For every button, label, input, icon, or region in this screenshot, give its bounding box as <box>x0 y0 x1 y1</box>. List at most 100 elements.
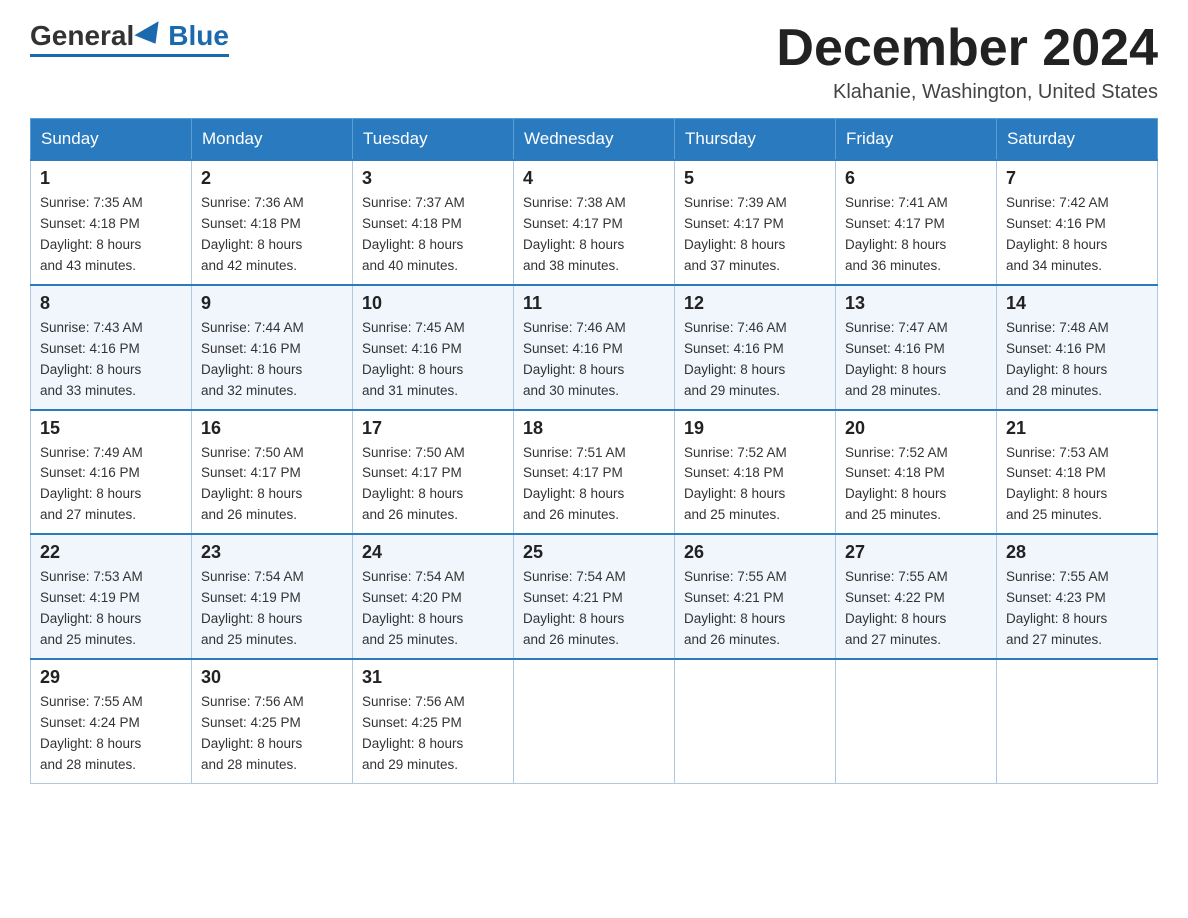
calendar-cell: 20 Sunrise: 7:52 AMSunset: 4:18 PMDayligh… <box>836 410 997 535</box>
calendar-cell: 15Sunrise: 7:49 AMSunset: 4:16 PMDayligh… <box>31 410 192 535</box>
calendar-cell: 8 Sunrise: 7:43 AMSunset: 4:16 PMDaylight… <box>31 285 192 410</box>
calendar-cell: 31 Sunrise: 7:56 AMSunset: 4:25 PMDayligh… <box>353 659 514 783</box>
calendar-cell: 10 Sunrise: 7:45 AMSunset: 4:16 PMDayligh… <box>353 285 514 410</box>
day-number: 31 <box>362 667 504 688</box>
day-info: Sunrise: 7:55 AMSunset: 4:23 PMDaylight:… <box>1006 567 1148 651</box>
day-info: Sunrise: 7:37 AMSunset: 4:18 PMDaylight:… <box>362 193 504 277</box>
calendar-cell: 4 Sunrise: 7:38 AMSunset: 4:17 PMDaylight… <box>514 160 675 285</box>
day-info: Sunrise: 7:52 AMSunset: 4:18 PMDaylight:… <box>684 443 826 527</box>
day-number: 27 <box>845 542 987 563</box>
day-info: Sunrise: 7:53 AMSunset: 4:18 PMDaylight:… <box>1006 443 1148 527</box>
day-number: 12 <box>684 293 826 314</box>
day-info: Sunrise: 7:45 AMSunset: 4:16 PMDaylight:… <box>362 318 504 402</box>
day-info: Sunrise: 7:56 AMSunset: 4:25 PMDaylight:… <box>201 692 343 776</box>
weekday-header-row: SundayMondayTuesdayWednesdayThursdayFrid… <box>31 119 1158 161</box>
day-number: 22 <box>40 542 182 563</box>
calendar-cell: 30Sunrise: 7:56 AMSunset: 4:25 PMDayligh… <box>192 659 353 783</box>
calendar-cell: 1 Sunrise: 7:35 AMSunset: 4:18 PMDaylight… <box>31 160 192 285</box>
calendar-cell: 24Sunrise: 7:54 AMSunset: 4:20 PMDayligh… <box>353 534 514 659</box>
calendar-cell: 19 Sunrise: 7:52 AMSunset: 4:18 PMDayligh… <box>675 410 836 535</box>
calendar-cell: 2 Sunrise: 7:36 AMSunset: 4:18 PMDaylight… <box>192 160 353 285</box>
calendar-cell: 14 Sunrise: 7:48 AMSunset: 4:16 PMDayligh… <box>997 285 1158 410</box>
day-number: 16 <box>201 418 343 439</box>
day-number: 18 <box>523 418 665 439</box>
day-info: Sunrise: 7:54 AMSunset: 4:19 PMDaylight:… <box>201 567 343 651</box>
calendar-cell: 18 Sunrise: 7:51 AMSunset: 4:17 PMDayligh… <box>514 410 675 535</box>
calendar-cell: 29Sunrise: 7:55 AMSunset: 4:24 PMDayligh… <box>31 659 192 783</box>
calendar-table: SundayMondayTuesdayWednesdayThursdayFrid… <box>30 118 1158 783</box>
calendar-cell: 28Sunrise: 7:55 AMSunset: 4:23 PMDayligh… <box>997 534 1158 659</box>
day-number: 10 <box>362 293 504 314</box>
week-row-5: 29Sunrise: 7:55 AMSunset: 4:24 PMDayligh… <box>31 659 1158 783</box>
calendar-cell: 17 Sunrise: 7:50 AMSunset: 4:17 PMDayligh… <box>353 410 514 535</box>
day-number: 4 <box>523 168 665 189</box>
calendar-cell <box>675 659 836 783</box>
day-info: Sunrise: 7:46 AMSunset: 4:16 PMDaylight:… <box>523 318 665 402</box>
day-info: Sunrise: 7:50 AMSunset: 4:17 PMDaylight:… <box>362 443 504 527</box>
calendar-cell: 21Sunrise: 7:53 AMSunset: 4:18 PMDayligh… <box>997 410 1158 535</box>
day-number: 29 <box>40 667 182 688</box>
calendar-cell: 7Sunrise: 7:42 AMSunset: 4:16 PMDaylight… <box>997 160 1158 285</box>
calendar-cell: 12 Sunrise: 7:46 AMSunset: 4:16 PMDayligh… <box>675 285 836 410</box>
calendar-cell: 25Sunrise: 7:54 AMSunset: 4:21 PMDayligh… <box>514 534 675 659</box>
weekday-header-wednesday: Wednesday <box>514 119 675 161</box>
week-row-2: 8 Sunrise: 7:43 AMSunset: 4:16 PMDaylight… <box>31 285 1158 410</box>
week-row-1: 1 Sunrise: 7:35 AMSunset: 4:18 PMDaylight… <box>31 160 1158 285</box>
day-info: Sunrise: 7:55 AMSunset: 4:21 PMDaylight:… <box>684 567 826 651</box>
calendar-cell: 9Sunrise: 7:44 AMSunset: 4:16 PMDaylight… <box>192 285 353 410</box>
weekday-header-thursday: Thursday <box>675 119 836 161</box>
weekday-header-tuesday: Tuesday <box>353 119 514 161</box>
day-number: 19 <box>684 418 826 439</box>
day-info: Sunrise: 7:56 AMSunset: 4:25 PMDaylight:… <box>362 692 504 776</box>
logo-underline <box>30 54 229 57</box>
day-info: Sunrise: 7:49 AMSunset: 4:16 PMDaylight:… <box>40 443 182 527</box>
day-number: 8 <box>40 293 182 314</box>
day-info: Sunrise: 7:46 AMSunset: 4:16 PMDaylight:… <box>684 318 826 402</box>
day-number: 14 <box>1006 293 1148 314</box>
day-info: Sunrise: 7:35 AMSunset: 4:18 PMDaylight:… <box>40 193 182 277</box>
day-number: 24 <box>362 542 504 563</box>
logo: General Blue <box>30 20 229 57</box>
day-info: Sunrise: 7:43 AMSunset: 4:16 PMDaylight:… <box>40 318 182 402</box>
logo-arrow-icon <box>135 21 168 51</box>
day-info: Sunrise: 7:53 AMSunset: 4:19 PMDaylight:… <box>40 567 182 651</box>
week-row-3: 15Sunrise: 7:49 AMSunset: 4:16 PMDayligh… <box>31 410 1158 535</box>
page-header: General Blue December 2024 Klahanie, Was… <box>30 20 1158 104</box>
calendar-cell <box>514 659 675 783</box>
day-info: Sunrise: 7:44 AMSunset: 4:16 PMDaylight:… <box>201 318 343 402</box>
month-year-title: December 2024 <box>776 20 1158 77</box>
calendar-cell: 6 Sunrise: 7:41 AMSunset: 4:17 PMDaylight… <box>836 160 997 285</box>
day-info: Sunrise: 7:52 AMSunset: 4:18 PMDaylight:… <box>845 443 987 527</box>
day-number: 13 <box>845 293 987 314</box>
day-number: 5 <box>684 168 826 189</box>
day-info: Sunrise: 7:38 AMSunset: 4:17 PMDaylight:… <box>523 193 665 277</box>
day-number: 6 <box>845 168 987 189</box>
day-info: Sunrise: 7:36 AMSunset: 4:18 PMDaylight:… <box>201 193 343 277</box>
calendar-cell: 11 Sunrise: 7:46 AMSunset: 4:16 PMDayligh… <box>514 285 675 410</box>
location-subtitle: Klahanie, Washington, United States <box>776 81 1158 104</box>
day-info: Sunrise: 7:51 AMSunset: 4:17 PMDaylight:… <box>523 443 665 527</box>
day-info: Sunrise: 7:48 AMSunset: 4:16 PMDaylight:… <box>1006 318 1148 402</box>
day-number: 2 <box>201 168 343 189</box>
day-info: Sunrise: 7:50 AMSunset: 4:17 PMDaylight:… <box>201 443 343 527</box>
day-number: 11 <box>523 293 665 314</box>
calendar-cell: 23Sunrise: 7:54 AMSunset: 4:19 PMDayligh… <box>192 534 353 659</box>
calendar-cell: 16 Sunrise: 7:50 AMSunset: 4:17 PMDayligh… <box>192 410 353 535</box>
day-number: 17 <box>362 418 504 439</box>
day-number: 1 <box>40 168 182 189</box>
weekday-header-friday: Friday <box>836 119 997 161</box>
day-info: Sunrise: 7:41 AMSunset: 4:17 PMDaylight:… <box>845 193 987 277</box>
logo-blue: Blue <box>168 20 229 52</box>
calendar-cell: 13 Sunrise: 7:47 AMSunset: 4:16 PMDayligh… <box>836 285 997 410</box>
day-info: Sunrise: 7:47 AMSunset: 4:16 PMDaylight:… <box>845 318 987 402</box>
day-info: Sunrise: 7:39 AMSunset: 4:17 PMDaylight:… <box>684 193 826 277</box>
day-number: 25 <box>523 542 665 563</box>
calendar-cell: 5 Sunrise: 7:39 AMSunset: 4:17 PMDaylight… <box>675 160 836 285</box>
week-row-4: 22 Sunrise: 7:53 AMSunset: 4:19 PMDayligh… <box>31 534 1158 659</box>
day-number: 3 <box>362 168 504 189</box>
weekday-header-saturday: Saturday <box>997 119 1158 161</box>
calendar-cell: 26Sunrise: 7:55 AMSunset: 4:21 PMDayligh… <box>675 534 836 659</box>
day-number: 20 <box>845 418 987 439</box>
calendar-cell: 3 Sunrise: 7:37 AMSunset: 4:18 PMDaylight… <box>353 160 514 285</box>
title-block: December 2024 Klahanie, Washington, Unit… <box>776 20 1158 104</box>
